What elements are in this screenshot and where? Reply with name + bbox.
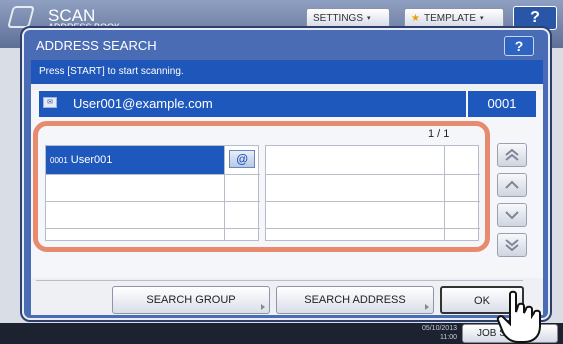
ok-label: OK	[474, 295, 490, 307]
divider	[36, 280, 523, 281]
template-label: TEMPLATE	[423, 12, 477, 24]
background-help-button[interactable]: ?	[513, 6, 557, 30]
page-up-button[interactable]	[497, 143, 527, 167]
dialog-help-button[interactable]: ?	[504, 36, 534, 56]
address-bar: User001@example.com ✉ 0001	[31, 90, 543, 118]
dropdown-icon: ▾	[367, 15, 371, 22]
page-down-icon	[505, 239, 519, 252]
address-value: User001@example.com	[73, 96, 213, 111]
address-field[interactable]: User001@example.com	[39, 91, 466, 117]
down-icon	[505, 211, 519, 220]
search-group-label: SEARCH GROUP	[146, 294, 236, 306]
scroll-down-button[interactable]	[497, 203, 527, 227]
datetime: 05/10/2013 11:00	[405, 324, 457, 342]
pointer-hand-icon	[496, 290, 541, 343]
star-icon: ★	[411, 12, 420, 24]
time: 11:00	[440, 334, 457, 341]
page-up-icon	[505, 148, 519, 161]
email-icon: ✉	[43, 97, 57, 108]
copier-screen: SCAN ADDRESS BOOK SETTINGS ▾ ★ TEMPLATE …	[0, 0, 563, 344]
settings-label: SETTINGS	[313, 12, 364, 24]
highlight-frame	[33, 121, 490, 252]
template-button[interactable]: ★ TEMPLATE ▾	[404, 8, 504, 28]
address-count: 0001	[468, 91, 536, 117]
arrow-icon	[425, 304, 429, 310]
dropdown-icon: ▾	[480, 15, 484, 22]
up-icon	[505, 180, 519, 189]
dialog-title: ADDRESS SEARCH	[36, 38, 157, 53]
search-group-button[interactable]: SEARCH GROUP	[112, 286, 270, 314]
search-address-button[interactable]: SEARCH ADDRESS	[276, 286, 434, 314]
arrow-icon	[261, 304, 265, 310]
date: 05/10/2013	[421, 325, 457, 332]
settings-button[interactable]: SETTINGS ▾	[306, 8, 390, 28]
scroll-up-button[interactable]	[497, 173, 527, 197]
page-down-button[interactable]	[497, 233, 527, 257]
search-address-label: SEARCH ADDRESS	[304, 294, 406, 306]
status-message: Press [START] to start scanning.	[31, 60, 543, 84]
